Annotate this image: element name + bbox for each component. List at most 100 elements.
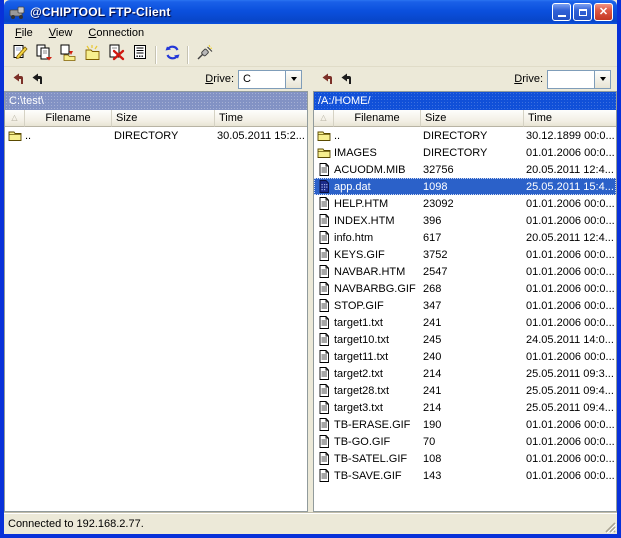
folder-icon bbox=[5, 129, 25, 142]
file-size: 108 bbox=[421, 452, 524, 465]
right-file-row[interactable]: target3.txt21425.05.2011 09:4... bbox=[314, 399, 616, 416]
right-file-row[interactable]: INDEX.HTM39601.01.2006 00:0... bbox=[314, 212, 616, 229]
resize-grip-icon[interactable] bbox=[602, 519, 616, 533]
refresh-icon bbox=[164, 44, 181, 66]
right-file-row[interactable]: info.htm61720.05.2011 12:4... bbox=[314, 229, 616, 246]
left-column-header-size[interactable]: Size bbox=[112, 110, 215, 127]
delete-file-icon bbox=[108, 44, 125, 66]
file-icon bbox=[314, 248, 334, 261]
root-dir-arrow-icon[interactable] bbox=[321, 73, 334, 85]
file-size: 268 bbox=[421, 282, 524, 295]
new-file-button[interactable] bbox=[8, 44, 32, 66]
folder-icon bbox=[314, 129, 334, 142]
file-icon bbox=[314, 197, 334, 210]
file-time: 01.01.2006 00:0... bbox=[524, 265, 616, 278]
right-drive-select[interactable] bbox=[547, 70, 611, 89]
file-size: 190 bbox=[421, 418, 524, 431]
chevron-down-icon[interactable] bbox=[594, 71, 610, 88]
file-name: TB-GO.GIF bbox=[334, 435, 421, 448]
right-file-row[interactable]: TB-GO.GIF7001.01.2006 00:0... bbox=[314, 433, 616, 450]
file-icon bbox=[314, 282, 334, 295]
right-file-row[interactable]: target28.txt24125.05.2011 09:4... bbox=[314, 382, 616, 399]
file-time: 01.01.2006 00:0... bbox=[524, 452, 616, 465]
file-properties-button[interactable] bbox=[128, 44, 152, 66]
right-file-row[interactable]: app.dat109825.05.2011 15:4... bbox=[314, 178, 616, 195]
left-column-header-filename[interactable]: Filename bbox=[25, 110, 112, 127]
right-file-row[interactable]: NAVBAR.HTM254701.01.2006 00:0... bbox=[314, 263, 616, 280]
sort-triangle-icon: △ bbox=[11, 114, 17, 122]
right-current-path: /A:/HOME/ bbox=[314, 92, 616, 110]
file-time: 30.05.2011 15:2... bbox=[215, 129, 307, 142]
file-size: 23092 bbox=[421, 197, 524, 210]
file-name: NAVBAR.HTM bbox=[334, 265, 421, 278]
window-title: @CHIPTOOL FTP-Client bbox=[30, 5, 550, 19]
file-icon bbox=[314, 384, 334, 397]
left-drive-select[interactable]: C bbox=[238, 70, 302, 89]
parent-dir-arrow-icon[interactable] bbox=[340, 73, 353, 85]
right-file-row[interactable]: target1.txt24101.01.2006 00:0... bbox=[314, 314, 616, 331]
root-dir-arrow-icon[interactable] bbox=[12, 73, 25, 85]
right-column-header-time[interactable]: Time bbox=[524, 110, 616, 127]
right-file-row[interactable]: target11.txt24001.01.2006 00:0... bbox=[314, 348, 616, 365]
file-icon bbox=[314, 435, 334, 448]
file-name: TB-SATEL.GIF bbox=[334, 452, 421, 465]
remote-panel: Drive:/A:/HOME/△FilenameSizeTime..DIRECT… bbox=[313, 67, 617, 512]
file-time: 01.01.2006 00:0... bbox=[524, 214, 616, 227]
file-icon bbox=[314, 231, 334, 244]
move-to-folder-icon bbox=[60, 44, 77, 66]
file-time: 01.01.2006 00:0... bbox=[524, 418, 616, 431]
right-file-list: ..DIRECTORY30.12.1899 00:0...IMAGESDIREC… bbox=[314, 127, 616, 511]
file-name: TB-SAVE.GIF bbox=[334, 469, 421, 482]
sort-indicator-column-header[interactable]: △ bbox=[314, 110, 334, 127]
minimize-button[interactable] bbox=[552, 3, 571, 21]
right-file-row[interactable]: ACUODM.MIB3275620.05.2011 12:4... bbox=[314, 161, 616, 178]
left-panel-body: C:\test\△FilenameSizeTime..DIRECTORY30.0… bbox=[4, 91, 308, 512]
right-file-row[interactable]: IMAGESDIRECTORY01.01.2006 00:0... bbox=[314, 144, 616, 161]
right-file-row[interactable]: TB-SATEL.GIF10801.01.2006 00:0... bbox=[314, 450, 616, 467]
new-folder-button[interactable] bbox=[80, 44, 104, 66]
chevron-down-icon[interactable] bbox=[285, 71, 301, 88]
move-to-folder-button[interactable] bbox=[56, 44, 80, 66]
toolbar-separator bbox=[155, 46, 157, 64]
right-file-row[interactable]: TB-SAVE.GIF14301.01.2006 00:0... bbox=[314, 467, 616, 484]
right-file-row[interactable]: STOP.GIF34701.01.2006 00:0... bbox=[314, 297, 616, 314]
right-file-row[interactable]: ..DIRECTORY30.12.1899 00:0... bbox=[314, 127, 616, 144]
file-icon bbox=[314, 418, 334, 431]
close-button[interactable]: ✕ bbox=[594, 3, 613, 21]
right-file-row[interactable]: target10.txt24524.05.2011 14:0... bbox=[314, 331, 616, 348]
copy-file-icon bbox=[36, 44, 53, 66]
parent-dir-arrow-icon[interactable] bbox=[31, 73, 44, 85]
file-size: 347 bbox=[421, 299, 524, 312]
file-size: DIRECTORY bbox=[421, 129, 524, 142]
refresh-button[interactable] bbox=[160, 44, 184, 66]
left-file-list: ..DIRECTORY30.05.2011 15:2... bbox=[5, 127, 307, 511]
sort-indicator-column-header[interactable]: △ bbox=[5, 110, 25, 127]
menu-item-file[interactable]: File bbox=[7, 25, 41, 42]
file-size: 240 bbox=[421, 350, 524, 363]
right-column-header-filename[interactable]: Filename bbox=[334, 110, 421, 127]
right-drive-value bbox=[548, 71, 594, 88]
delete-file-button[interactable] bbox=[104, 44, 128, 66]
file-name: IMAGES bbox=[334, 146, 421, 159]
file-size: DIRECTORY bbox=[112, 129, 215, 142]
menu-item-connection[interactable]: Connection bbox=[80, 25, 152, 42]
right-file-row[interactable]: TB-ERASE.GIF19001.01.2006 00:0... bbox=[314, 416, 616, 433]
right-file-row[interactable]: HELP.HTM2309201.01.2006 00:0... bbox=[314, 195, 616, 212]
file-time: 01.01.2006 00:0... bbox=[524, 146, 616, 159]
copy-file-button[interactable] bbox=[32, 44, 56, 66]
file-size: DIRECTORY bbox=[421, 146, 524, 159]
file-size: 617 bbox=[421, 231, 524, 244]
right-column-header-size[interactable]: Size bbox=[421, 110, 524, 127]
right-file-row[interactable]: target2.txt21425.05.2011 09:3... bbox=[314, 365, 616, 382]
menu-item-view[interactable]: View bbox=[41, 25, 81, 42]
left-column-header-time[interactable]: Time bbox=[215, 110, 307, 127]
connect-button[interactable] bbox=[192, 44, 216, 66]
title-bar[interactable]: @CHIPTOOL FTP-Client ✕ bbox=[4, 0, 617, 24]
status-text: Connected to 192.168.2.77. bbox=[8, 518, 144, 530]
file-size: 32756 bbox=[421, 163, 524, 176]
right-file-row[interactable]: KEYS.GIF375201.01.2006 00:0... bbox=[314, 246, 616, 263]
right-file-row[interactable]: NAVBARBG.GIF26801.01.2006 00:0... bbox=[314, 280, 616, 297]
left-file-row[interactable]: ..DIRECTORY30.05.2011 15:2... bbox=[5, 127, 307, 144]
maximize-button[interactable] bbox=[573, 3, 592, 21]
file-size: 3752 bbox=[421, 248, 524, 261]
